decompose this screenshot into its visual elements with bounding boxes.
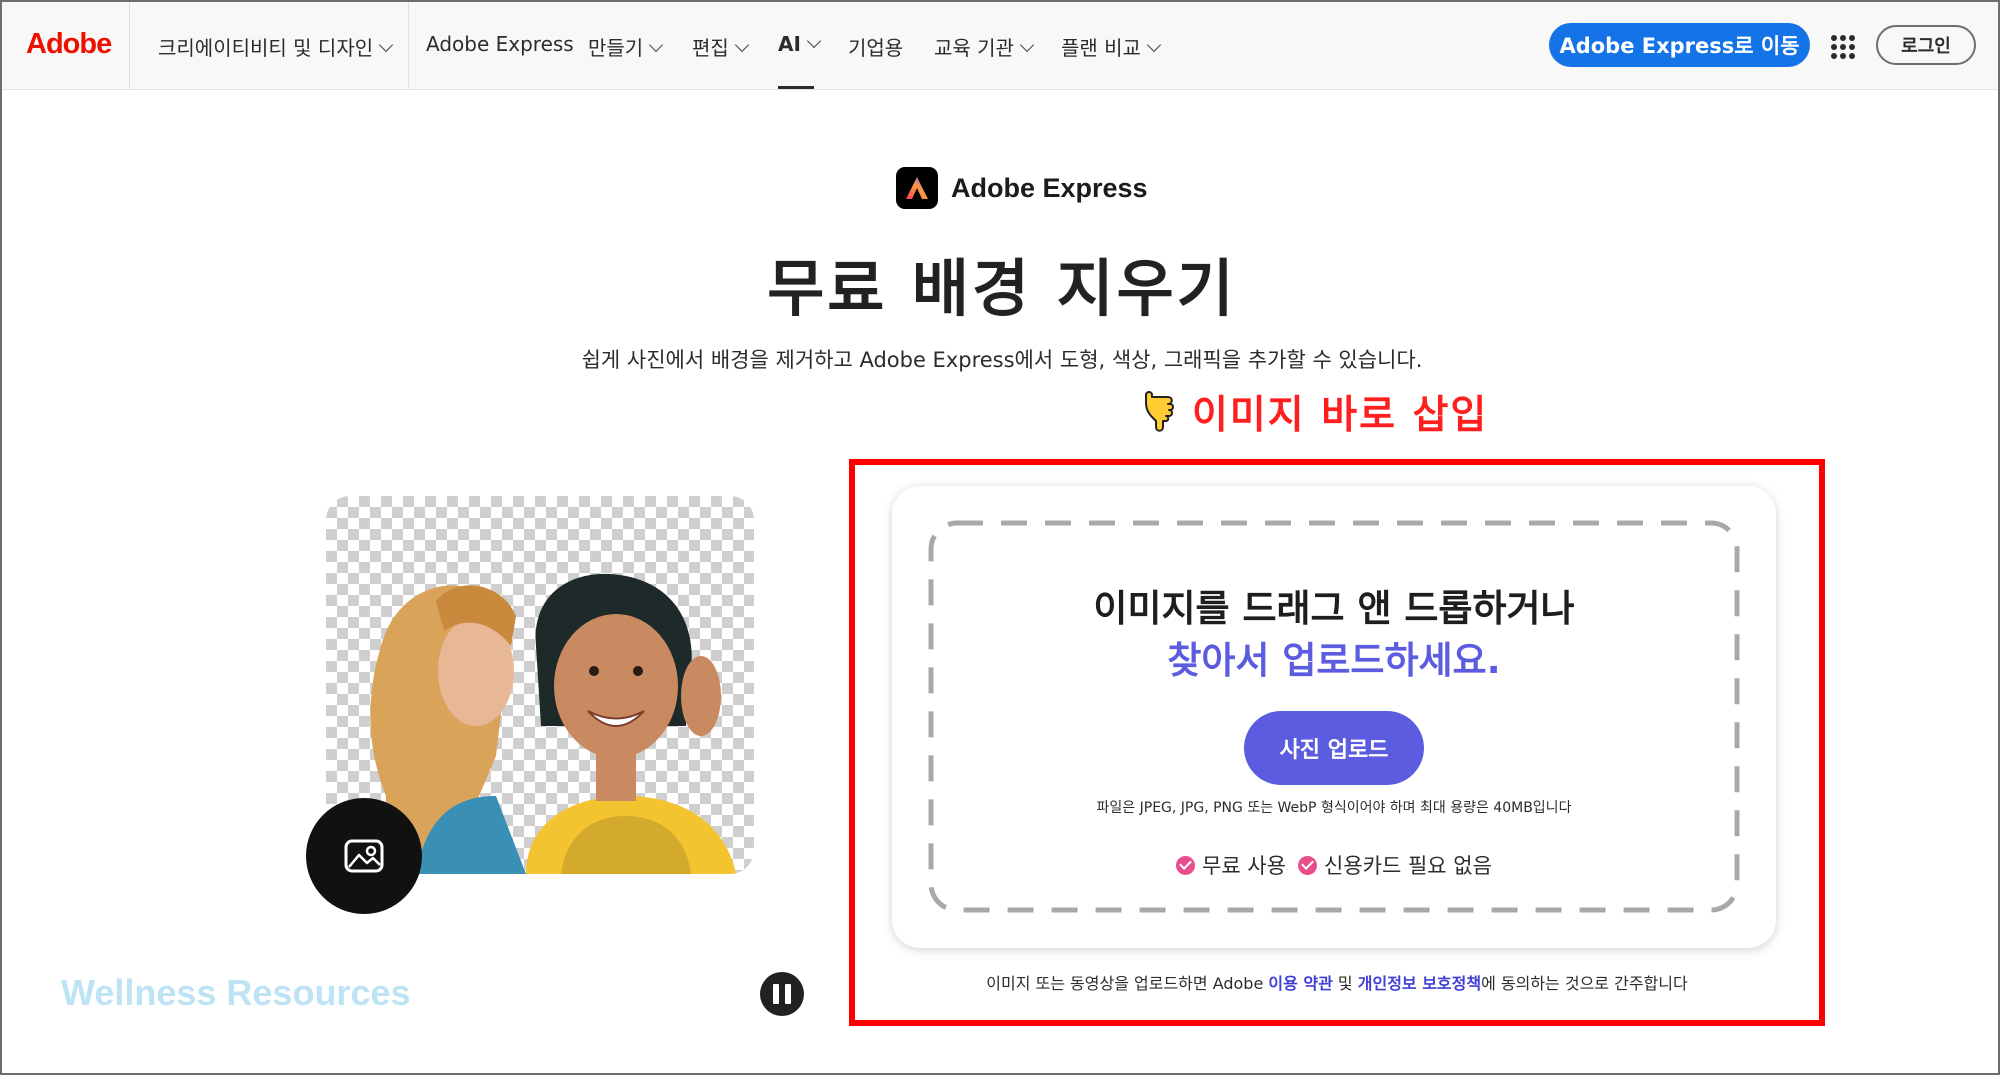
nav-item-business[interactable]: 기업용: [848, 32, 903, 61]
nav-item-education[interactable]: 교육 기관: [934, 32, 1035, 61]
adobe-express-logo-icon: [896, 167, 938, 209]
login-button[interactable]: 로그인: [1876, 25, 1976, 65]
privacy-policy-link[interactable]: 개인정보 보호정책: [1358, 974, 1481, 993]
upload-photo-button[interactable]: 사진 업로드: [1244, 711, 1424, 785]
chevron-down-icon: [379, 37, 394, 53]
drop-zone-title: 이미지를 드래그 앤 드롭하거나: [1093, 587, 1575, 630]
check-circle-icon: [1298, 855, 1318, 875]
terms-of-use-link[interactable]: 이용 약관: [1268, 974, 1332, 993]
nav-item-label: 플랜 비교: [1061, 36, 1141, 60]
chevron-down-icon: [1019, 37, 1035, 53]
nav-item-label: 만들기: [588, 36, 644, 60]
pointing-hand-icon: [1140, 387, 1180, 437]
perk-label: 신용카드 필요 없음: [1324, 854, 1492, 878]
nav-item-label: AI: [778, 32, 801, 56]
page-title: 무료 배경 지우기: [767, 252, 1237, 325]
annotation: 이미지 바로 삽입: [1140, 384, 1488, 440]
nav-item-label: Adobe Express: [426, 32, 574, 56]
perk-free: 무료 사용: [1176, 850, 1286, 880]
nav-item-ai[interactable]: AI: [778, 32, 821, 56]
terms-text: 및: [1332, 974, 1358, 993]
adobe-logo[interactable]: Adobe: [26, 28, 112, 61]
top-nav: Adobe 크리에이티비티 및 디자인 Adobe Express 만들기 편집…: [2, 2, 1998, 90]
nav-divider: [408, 2, 409, 89]
watermark: Wellness Resources: [61, 972, 411, 1013]
nav-item-adobe-express[interactable]: Adobe Express: [426, 32, 574, 56]
annotation-text: 이미지 바로 삽입: [1192, 393, 1489, 438]
nav-item-label: 교육 기관: [934, 36, 1014, 60]
perk-label: 무료 사용: [1202, 854, 1287, 878]
terms-text: 이미지 또는 동영상을 업로드하면 Adobe: [986, 974, 1269, 993]
go-to-express-button[interactable]: Adobe Express로 이동: [1549, 23, 1810, 67]
pause-icon[interactable]: [760, 972, 804, 1016]
nav-item-create[interactable]: 만들기: [588, 32, 664, 61]
check-circle-icon: [1176, 855, 1196, 875]
nav-item-label: 편집: [692, 36, 729, 60]
perks-list: 무료 사용 신용카드 필요 없음: [892, 850, 1776, 880]
nav-item-label: 크리에이티비티 및 디자인: [158, 36, 374, 60]
nav-item-compare-plans[interactable]: 플랜 비교: [1061, 32, 1162, 61]
chevron-down-icon: [734, 37, 749, 53]
grid-apps-icon[interactable]: [1831, 35, 1855, 59]
file-format-note: 파일은 JPEG, JPG, PNG 또는 WebP 형식이어야 하며 최대 용…: [1096, 800, 1572, 816]
terms-notice: 이미지 또는 동영상을 업로드하면 Adobe 이용 약관 및 개인정보 보호정…: [849, 970, 1825, 994]
chevron-down-icon: [1146, 37, 1162, 53]
page-subtitle: 쉽게 사진에서 배경을 제거하고 Adobe Express에서 도형, 색상,…: [581, 348, 1423, 372]
express-brand: Adobe Express: [896, 167, 1148, 209]
brand-name: Adobe Express: [951, 172, 1148, 203]
active-tab-indicator: [778, 86, 814, 89]
perk-no-credit-card: 신용카드 필요 없음: [1298, 850, 1492, 880]
nav-item-edit[interactable]: 편집: [692, 32, 749, 61]
nav-item-creativity[interactable]: 크리에이티비티 및 디자인: [158, 32, 394, 61]
nav-divider: [129, 2, 130, 89]
nav-item-label: 기업용: [848, 36, 904, 60]
image-icon[interactable]: [306, 798, 422, 914]
terms-text: 에 동의하는 것으로 간주합니다: [1481, 974, 1688, 993]
chevron-down-icon: [806, 33, 821, 49]
chevron-down-icon: [649, 37, 664, 53]
drop-zone-browse-text[interactable]: 찾아서 업로드하세요.: [892, 630, 1776, 684]
